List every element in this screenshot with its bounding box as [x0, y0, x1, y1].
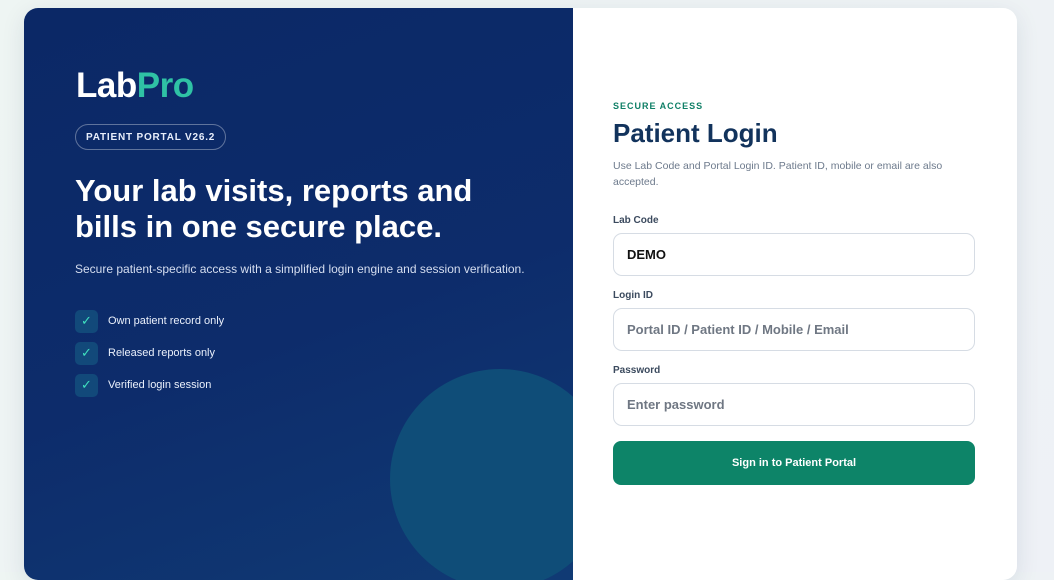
hero-subtext: Secure patient-specific access with a si… [75, 262, 525, 276]
lab-code-input[interactable]: DEMO [613, 233, 975, 276]
sign-in-button[interactable]: Sign in to Patient Portal [613, 441, 975, 485]
login-id-label: Login ID [613, 290, 653, 301]
logo-pro-text: Pro [136, 66, 194, 105]
decorative-circle [390, 369, 573, 580]
brand-panel: LabPro PATIENT PORTAL V26.2 Your lab vis… [24, 8, 573, 580]
login-card: LabPro PATIENT PORTAL V26.2 Your lab vis… [24, 8, 1017, 580]
feature-label: Own patient record only [108, 315, 225, 327]
password-input[interactable]: Enter password [613, 383, 975, 426]
feature-label: Released reports only [108, 347, 216, 359]
feature-item: ✓ Verified login session [75, 373, 224, 397]
labpro-logo: LabPro [76, 66, 194, 106]
hero-headline: Your lab visits, reports and bills in on… [75, 173, 473, 244]
logo-lab-text: Lab [76, 66, 137, 105]
check-icon: ✓ [75, 373, 98, 397]
secure-access-eyebrow: SECURE ACCESS [613, 101, 704, 111]
login-help-text: Use Lab Code and Portal Login ID. Patien… [613, 160, 943, 188]
page-title: Patient Login [613, 118, 778, 148]
password-label: Password [613, 365, 661, 376]
feature-item: ✓ Own patient record only [75, 309, 224, 333]
lab-code-label: Lab Code [613, 215, 659, 226]
check-icon: ✓ [75, 309, 98, 333]
feature-label: Verified login session [108, 379, 212, 391]
check-icon: ✓ [75, 341, 98, 365]
login-id-input[interactable]: Portal ID / Patient ID / Mobile / Email [613, 308, 975, 351]
feature-list: ✓ Own patient record only ✓ Released rep… [75, 309, 224, 405]
login-panel: SECURE ACCESS Patient Login Use Lab Code… [573, 8, 1017, 580]
portal-version-badge: PATIENT PORTAL V26.2 [75, 124, 227, 150]
feature-item: ✓ Released reports only [75, 341, 224, 365]
